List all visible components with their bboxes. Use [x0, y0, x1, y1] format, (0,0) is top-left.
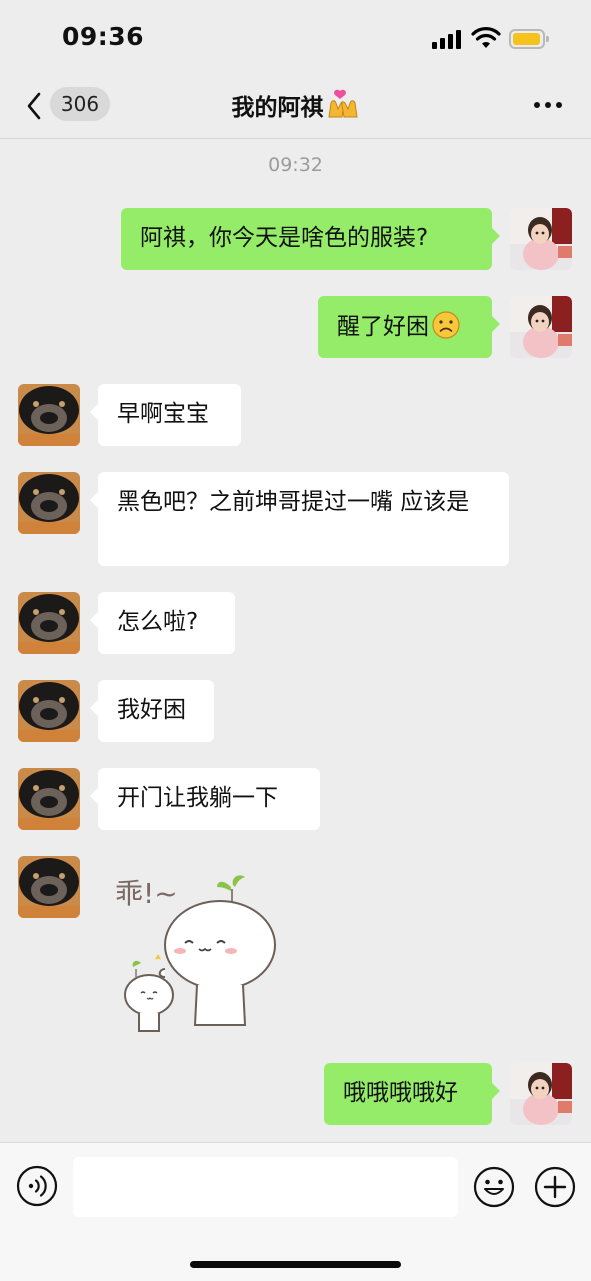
- contact-avatar[interactable]: [18, 592, 80, 654]
- contact-avatar[interactable]: [18, 856, 80, 918]
- message-timestamp: 09:32: [268, 154, 323, 176]
- message-bubble-outgoing[interactable]: 阿祺，你今天是啥色的服装?: [121, 208, 500, 270]
- my-avatar[interactable]: [510, 296, 572, 358]
- message-text: 阿祺，你今天是啥色的服装?: [140, 225, 429, 251]
- battery-icon: [509, 29, 549, 49]
- more-options-icon[interactable]: [534, 102, 564, 110]
- chat-title-text: 我的阿祺: [231, 95, 324, 121]
- hands-heart-emoji-icon: [327, 89, 358, 118]
- chat-title: 我的阿祺: [0, 88, 591, 122]
- message-text: 怎么啦?: [117, 609, 199, 635]
- message-bubble-incoming[interactable]: 黑色吧？之前坤哥提过一嘴 应该是: [90, 472, 509, 566]
- my-avatar[interactable]: [510, 1063, 572, 1125]
- sad-face-emoji-icon: [432, 311, 460, 339]
- message-bubble-outgoing[interactable]: 哦哦哦哦好: [324, 1063, 500, 1125]
- cellular-signal-icon: [432, 29, 464, 49]
- wifi-icon: [471, 27, 501, 48]
- plus-icon[interactable]: [533, 1165, 577, 1209]
- my-avatar[interactable]: [510, 208, 572, 270]
- message-bubble-incoming[interactable]: 开门让我躺一下: [90, 768, 320, 830]
- emoji-icon[interactable]: [472, 1165, 516, 1209]
- status-time: 09:36: [62, 22, 145, 51]
- contact-avatar[interactable]: [18, 680, 80, 742]
- message-bubble-outgoing[interactable]: 醒了好困: [318, 296, 500, 358]
- home-indicator: [190, 1261, 401, 1268]
- sticker-text: 乖!~: [115, 877, 178, 910]
- message-text: 黑色吧？之前坤哥提过一嘴 应该是: [117, 489, 470, 515]
- contact-avatar[interactable]: [18, 472, 80, 534]
- message-input[interactable]: [73, 1157, 458, 1217]
- sticker-image[interactable]: 乖!~: [105, 865, 285, 1040]
- contact-avatar[interactable]: [18, 384, 80, 446]
- contact-avatar[interactable]: [18, 768, 80, 830]
- message-bubble-incoming[interactable]: 早啊宝宝: [90, 384, 241, 446]
- message-text: 我好困: [117, 697, 186, 723]
- chat-header: 306 我的阿祺: [0, 78, 591, 138]
- message-bubble-incoming[interactable]: 怎么啦?: [90, 592, 235, 654]
- chat-input-bar: [0, 1142, 591, 1281]
- message-text: 早啊宝宝: [117, 401, 209, 427]
- message-text: 醒了好困: [337, 314, 429, 340]
- message-bubble-incoming[interactable]: 我好困: [90, 680, 214, 742]
- header-divider: [0, 138, 591, 139]
- message-text: 哦哦哦哦好: [343, 1080, 458, 1106]
- voice-icon[interactable]: [16, 1165, 58, 1207]
- status-bar: 09:36: [0, 0, 591, 78]
- message-text: 开门让我躺一下: [117, 785, 278, 811]
